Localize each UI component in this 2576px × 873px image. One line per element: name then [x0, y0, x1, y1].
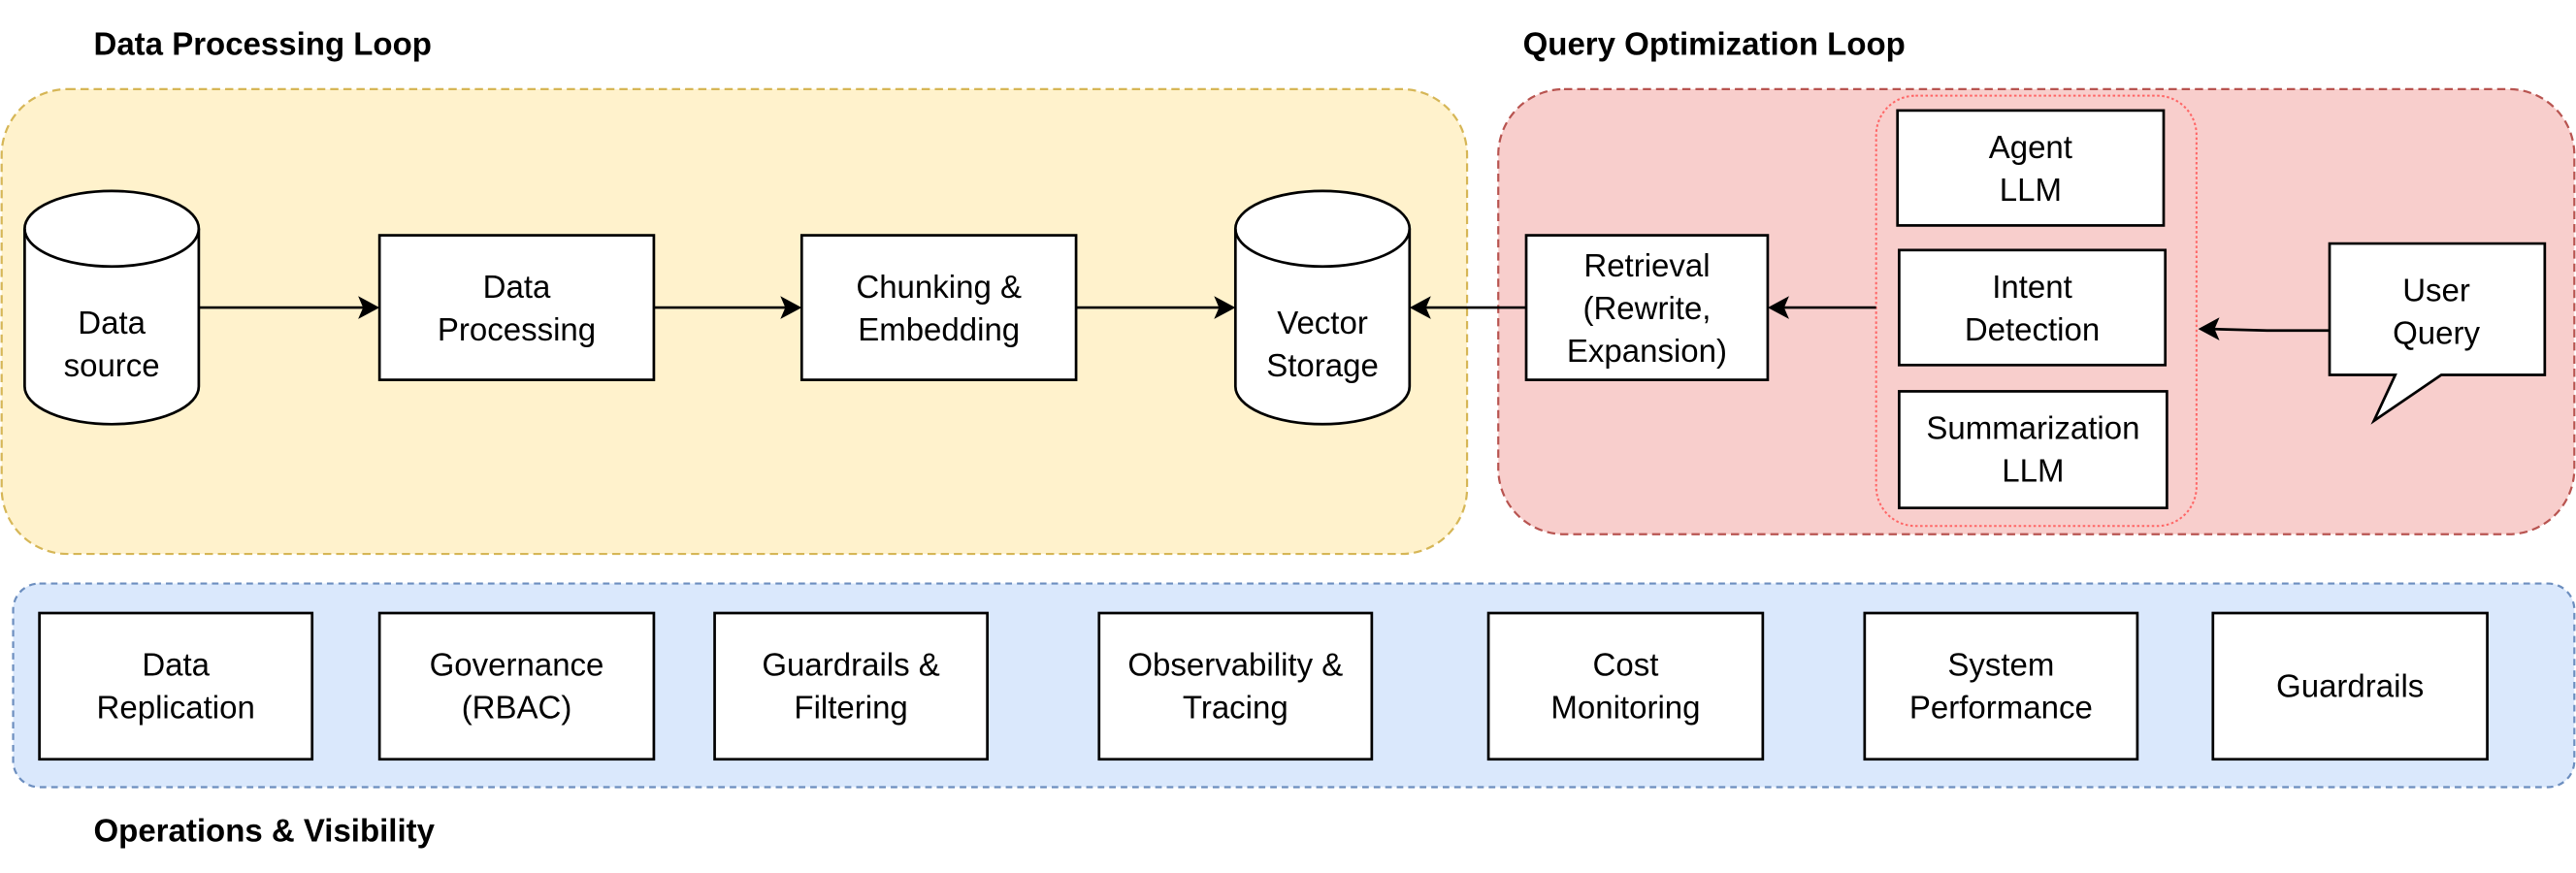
chunking-embedding-node[interactable]: Chunking & Embedding	[799, 234, 1078, 381]
summarization-llm-label-1: Summarization	[1926, 410, 2139, 446]
agent-llm-label-1: Agent	[1989, 129, 2072, 165]
ops-label-2: Filtering	[794, 689, 907, 725]
data-source-label-2: source	[64, 347, 160, 383]
vector-storage-label-2: Storage	[1266, 347, 1379, 383]
retrieval-label-2: (Rewrite,	[1582, 290, 1711, 326]
ops-label-1: Cost	[1593, 646, 1659, 682]
ops-item-governance[interactable]: Governance (RBAC)	[377, 611, 656, 761]
ops-label-2: Tracing	[1183, 689, 1288, 725]
summarization-llm-node[interactable]: Summarization LLM	[1898, 390, 2168, 510]
data-processing-node[interactable]: Data Processing	[377, 234, 656, 381]
ops-label-1: System	[1947, 646, 2054, 682]
ops-item-system-performance[interactable]: System Performance	[1863, 611, 2139, 761]
intent-detection-label-1: Intent	[1992, 269, 2072, 305]
agent-llm-node[interactable]: Agent LLM	[1896, 109, 2166, 227]
user-query-label-2: Query	[2393, 314, 2480, 350]
data-source-label-1: Data	[78, 305, 146, 340]
ops-item-data-replication[interactable]: Data Replication	[38, 611, 314, 761]
data-processing-loop-title: Data Processing Loop	[94, 25, 432, 61]
ops-label-1: Guardrails	[2276, 667, 2424, 703]
data-source-node[interactable]: Data source	[23, 189, 201, 426]
ops-label-2: Replication	[97, 689, 255, 725]
retrieval-label-1: Retrieval	[1583, 247, 1710, 283]
ops-item-guardrails[interactable]: Guardrails	[2211, 611, 2489, 761]
ops-label-1: Data	[142, 646, 210, 682]
retrieval-label-3: Expansion)	[1567, 333, 1727, 369]
architecture-diagram: Data Processing Loop Query Optimization …	[0, 25, 2576, 848]
ops-label-2: Monitoring	[1550, 689, 1700, 725]
ops-item-guardrails-filtering[interactable]: Guardrails & Filtering	[713, 611, 989, 761]
data-processing-label-2: Processing	[438, 311, 596, 347]
ops-label-2: Performance	[1909, 689, 2093, 725]
ops-label-1: Observability &	[1127, 646, 1343, 682]
user-query-label-1: User	[2402, 272, 2470, 307]
ops-label-1: Governance	[430, 646, 604, 682]
ops-label-1: Guardrails &	[762, 646, 939, 682]
vector-storage-label-1: Vector	[1277, 305, 1368, 340]
query-optimization-loop-title: Query Optimization Loop	[1523, 25, 1906, 61]
ops-label-2: (RBAC)	[462, 689, 572, 725]
agent-llm-label-2: LLM	[2000, 172, 2062, 208]
vector-storage-node[interactable]: Vector Storage	[1233, 189, 1412, 426]
chunking-label-2: Embedding	[858, 311, 1020, 347]
retrieval-node[interactable]: Retrieval (Rewrite, Expansion)	[1524, 234, 1770, 381]
summarization-llm-label-2: LLM	[2002, 453, 2064, 489]
ops-item-cost-monitoring[interactable]: Cost Monitoring	[1486, 611, 1765, 761]
ops-item-observability-tracing[interactable]: Observability & Tracing	[1097, 611, 1374, 761]
intent-detection-node[interactable]: Intent Detection	[1898, 248, 2168, 367]
data-processing-label-1: Data	[483, 269, 551, 305]
chunking-label-1: Chunking &	[856, 269, 1022, 305]
operations-visibility-title: Operations & Visibility	[94, 812, 436, 848]
intent-detection-label-2: Detection	[1965, 311, 2100, 347]
